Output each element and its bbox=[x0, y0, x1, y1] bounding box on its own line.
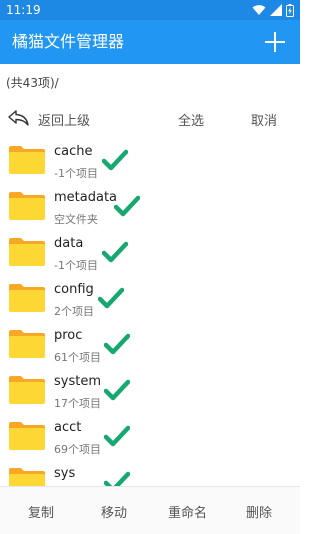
select-all-button[interactable]: 全选 bbox=[178, 110, 204, 129]
app-bar: 橘猫文件管理器 bbox=[0, 20, 300, 64]
file-row[interactable]: config 2个项目 bbox=[0, 275, 300, 321]
move-button[interactable]: 移动 bbox=[101, 502, 127, 521]
rename-button[interactable]: 重命名 bbox=[168, 502, 207, 521]
file-row[interactable]: cache -1个项目 bbox=[0, 137, 300, 183]
folder-icon bbox=[9, 284, 45, 312]
folder-icon bbox=[9, 238, 45, 266]
file-row[interactable]: acct 69个项目 bbox=[0, 413, 300, 459]
file-name: proc bbox=[54, 328, 83, 343]
signal-icon bbox=[270, 4, 282, 16]
folder-icon bbox=[9, 146, 45, 174]
back-arrow-icon[interactable] bbox=[8, 110, 30, 126]
back-to-parent-button[interactable]: 返回上级 bbox=[38, 110, 90, 129]
file-item-count: -1个项目 bbox=[54, 259, 98, 272]
file-name: metadata bbox=[54, 190, 118, 205]
add-button[interactable] bbox=[262, 29, 288, 55]
file-name: sys bbox=[54, 466, 76, 481]
checkmark-icon[interactable] bbox=[104, 333, 130, 355]
folder-icon bbox=[9, 376, 45, 404]
file-name: acct bbox=[54, 420, 82, 435]
copy-button[interactable]: 复制 bbox=[28, 502, 54, 521]
file-item-count: 69个项目 bbox=[54, 443, 101, 456]
checkmark-icon[interactable] bbox=[104, 425, 130, 447]
file-item-count: 61个项目 bbox=[54, 351, 101, 364]
file-name: system bbox=[54, 374, 101, 389]
checkmark-icon[interactable] bbox=[102, 149, 128, 171]
app-title: 橘猫文件管理器 bbox=[12, 32, 125, 51]
file-name: data bbox=[54, 236, 84, 251]
file-list: cache -1个项目 metadata 空文件夹 data -1个项目 con… bbox=[0, 137, 300, 486]
file-row[interactable]: data -1个项目 bbox=[0, 229, 300, 275]
folder-icon bbox=[9, 330, 45, 358]
wifi-icon bbox=[252, 5, 266, 15]
file-row[interactable]: metadata 空文件夹 bbox=[0, 183, 300, 229]
file-name: cache bbox=[54, 144, 93, 159]
file-item-count: 空文件夹 bbox=[54, 213, 98, 226]
cancel-button[interactable]: 取消 bbox=[251, 110, 277, 129]
file-item-count: 17个项目 bbox=[54, 397, 101, 410]
file-row[interactable]: system 17个项目 bbox=[0, 367, 300, 413]
file-row[interactable]: proc 61个项目 bbox=[0, 321, 300, 367]
status-time: 11:19 bbox=[6, 3, 41, 17]
folder-icon bbox=[9, 468, 45, 486]
checkmark-icon[interactable] bbox=[102, 241, 128, 263]
file-row[interactable]: sys bbox=[0, 459, 300, 486]
file-name: config bbox=[54, 282, 94, 297]
selection-toolbar: 返回上级 全选 取消 bbox=[0, 104, 300, 132]
folder-icon bbox=[9, 192, 45, 220]
delete-button[interactable]: 删除 bbox=[246, 502, 272, 521]
current-path: (共43项)/ bbox=[6, 76, 59, 90]
status-icons bbox=[252, 3, 294, 17]
folder-icon bbox=[9, 422, 45, 450]
checkmark-icon[interactable] bbox=[114, 195, 140, 217]
file-item-count: -1个项目 bbox=[54, 167, 98, 180]
checkmark-icon[interactable] bbox=[104, 379, 130, 401]
battery-icon bbox=[286, 3, 294, 17]
file-item-count: 2个项目 bbox=[54, 305, 94, 318]
checkmark-icon[interactable] bbox=[98, 287, 124, 309]
bottom-action-bar: 复制 移动 重命名 删除 bbox=[0, 486, 300, 534]
checkmark-icon[interactable] bbox=[104, 471, 130, 486]
status-bar: 11:19 bbox=[0, 0, 300, 20]
